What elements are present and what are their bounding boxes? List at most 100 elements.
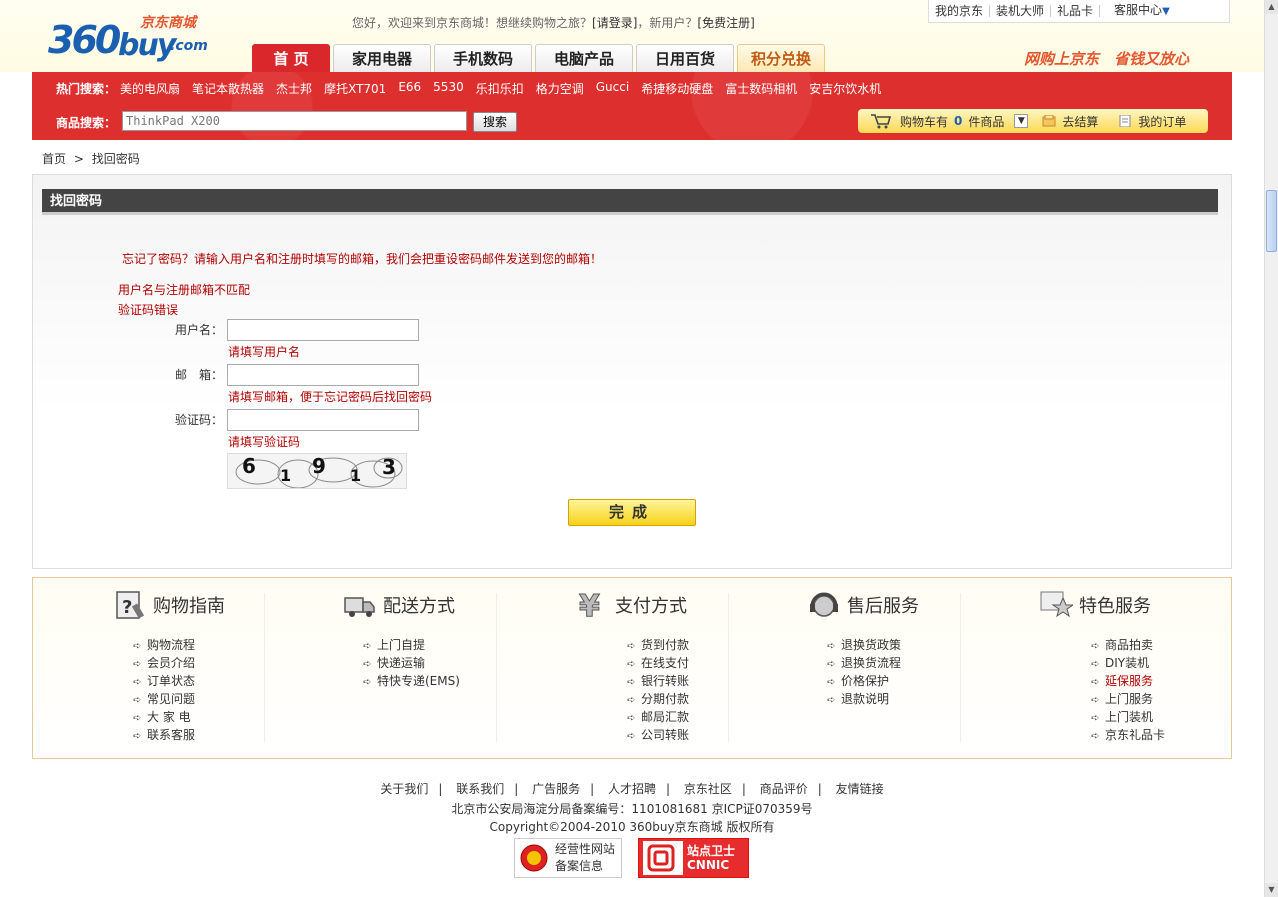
service-item[interactable]: ➪ 常见问题 bbox=[133, 690, 195, 708]
hot-keyword[interactable]: E66 bbox=[398, 80, 421, 97]
footer-link[interactable]: 人才招聘 bbox=[608, 782, 656, 796]
captcha-image[interactable]: 6 1 9 1 3 bbox=[227, 453, 407, 489]
register-link[interactable]: [免费注册] bbox=[697, 16, 754, 30]
nav-tab-daily[interactable]: 日用百货 bbox=[636, 44, 734, 72]
search-input[interactable]: ThinkPad X200 bbox=[122, 111, 467, 131]
logo-domain: .com bbox=[170, 38, 208, 54]
hot-keyword[interactable]: 富士数码相机 bbox=[725, 80, 797, 97]
logo[interactable]: 360 buy .com 京东商城 bbox=[48, 14, 218, 64]
hot-keyword[interactable]: 5530 bbox=[433, 80, 464, 97]
star-icon bbox=[1040, 591, 1073, 618]
form-intro: 忘记了密码？请输入用户名和注册时填写的邮箱，我们会把重设密码邮件发送到您的邮箱！ bbox=[122, 252, 603, 266]
hot-keyword[interactable]: 格力空调 bbox=[536, 80, 584, 97]
service-item-label: 延保服务 bbox=[1105, 674, 1154, 688]
service-item[interactable]: ➪ 快递运输 bbox=[363, 654, 460, 672]
service-item[interactable]: ➪ 购物流程 bbox=[133, 636, 195, 654]
hot-keyword[interactable]: Gucci bbox=[596, 80, 629, 97]
footer-link[interactable]: 商品评价 bbox=[760, 782, 808, 796]
hot-keyword[interactable]: 美的电风扇 bbox=[120, 80, 180, 97]
footer-link[interactable]: 联系我们 bbox=[456, 782, 504, 796]
service-column-special: 特色服务 ➪ 商品拍卖 ➪ DIY装机 ➪ 延保服务 ➪ 上门服务 ➪ 上门装机 ➪ 京东礼… bbox=[961, 578, 1231, 758]
hot-keyword[interactable]: 乐扣乐扣 bbox=[476, 80, 524, 97]
footer-separator: | bbox=[590, 782, 595, 796]
footer-separator: | bbox=[666, 782, 671, 796]
service-item[interactable]: ➪ 上门自提 bbox=[363, 636, 460, 654]
service-item[interactable]: ➪ 货到付款 bbox=[627, 636, 689, 654]
nav-tab-mobile[interactable]: 手机数码 bbox=[434, 44, 532, 72]
vertical-scrollbar[interactable]: ▲ ▼ bbox=[1264, 0, 1278, 897]
service-item-label: 退换货政策 bbox=[841, 638, 902, 652]
service-item[interactable]: ➪ 退换货流程 bbox=[827, 654, 901, 672]
service-item[interactable]: ➪ 退款说明 bbox=[827, 690, 901, 708]
service-item[interactable]: ➪ 大 家 电 bbox=[133, 708, 195, 726]
scroll-up-icon[interactable]: ▲ bbox=[1265, 0, 1278, 14]
top-link-service-label: 客服中心 bbox=[1114, 3, 1163, 17]
service-item[interactable]: ➪ 价格保护 bbox=[827, 672, 901, 690]
service-item[interactable]: ➪ 分期付款 bbox=[627, 690, 689, 708]
checkout-icon bbox=[1042, 115, 1056, 127]
captcha-input[interactable] bbox=[227, 409, 419, 431]
site-guard-badge[interactable]: 站点卫士 CNNIC bbox=[638, 838, 749, 878]
nav-tab-computers[interactable]: 电脑产品 bbox=[535, 44, 633, 72]
hot-keyword[interactable]: 笔记本散热器 bbox=[192, 80, 264, 97]
username-label: 用户名： bbox=[174, 323, 223, 337]
service-item[interactable]: ➪ 延保服务 bbox=[1091, 672, 1165, 690]
footer-separator: | bbox=[741, 782, 746, 796]
checkout-link[interactable]: 去结算 bbox=[1062, 113, 1098, 130]
footer-link[interactable]: 关于我们 bbox=[380, 782, 428, 796]
scroll-down-icon[interactable]: ▼ bbox=[1265, 883, 1278, 897]
service-list: ➪ 购物流程 ➪ 会员介绍 ➪ 订单状态 ➪ 常见问题 ➪ 大 家 电 ➪ 联系客服 bbox=[133, 636, 195, 744]
service-item[interactable]: ➪ 邮局汇款 bbox=[627, 708, 689, 726]
service-item[interactable]: ➪ 在线支付 bbox=[627, 654, 689, 672]
service-item[interactable]: ➪ 订单状态 bbox=[133, 672, 195, 690]
breadcrumb-home[interactable]: 首页 bbox=[42, 152, 66, 166]
service-item[interactable]: ➪ 商品拍卖 bbox=[1091, 636, 1165, 654]
error-message-mismatch: 用户名与注册邮箱不匹配 bbox=[118, 283, 251, 297]
service-item-label: 在线支付 bbox=[641, 656, 690, 670]
service-item[interactable]: ➪ 公司转账 bbox=[627, 726, 689, 744]
hot-keyword[interactable]: 摩托XT701 bbox=[324, 80, 386, 97]
top-link-giftcard[interactable]: 礼品卡 bbox=[1051, 5, 1101, 17]
service-item[interactable]: ➪ 上门装机 bbox=[1091, 708, 1165, 726]
captcha-char: 1 bbox=[350, 466, 362, 485]
top-link-my-jd[interactable]: 我的京东 bbox=[929, 5, 991, 17]
service-item[interactable]: ➪ 上门服务 bbox=[1091, 690, 1165, 708]
footer-link[interactable]: 广告服务 bbox=[532, 782, 580, 796]
service-item[interactable]: ➪ DIY装机 bbox=[1091, 654, 1165, 672]
service-item[interactable]: ➪ 特快专递(EMS) bbox=[363, 672, 460, 690]
service-item[interactable]: ➪ 银行转账 bbox=[627, 672, 689, 690]
question-icon: ? bbox=[116, 591, 145, 619]
footer-link[interactable]: 京东社区 bbox=[684, 782, 732, 796]
arrow-icon: ➪ bbox=[133, 731, 142, 742]
service-item-label: 银行转账 bbox=[641, 674, 690, 688]
nav-tab-points[interactable]: 积分兑换 bbox=[737, 44, 825, 72]
nav-tab-home[interactable]: 首 页 bbox=[252, 44, 330, 72]
beian-badge-line: 经营性网站 bbox=[555, 842, 616, 856]
service-item[interactable]: ➪ 退换货政策 bbox=[827, 636, 901, 654]
slogan: 网购上京东 省钱又放心 bbox=[1024, 50, 1190, 68]
service-item[interactable]: ➪ 京东礼品卡 bbox=[1091, 726, 1165, 744]
scrollbar-thumb[interactable] bbox=[1266, 190, 1277, 252]
service-item[interactable]: ➪ 联系客服 bbox=[133, 726, 195, 744]
my-orders-link[interactable]: 我的订单 bbox=[1138, 113, 1186, 130]
service-item-label: DIY装机 bbox=[1105, 656, 1150, 670]
search-button[interactable]: 搜索 bbox=[473, 112, 517, 132]
hot-keyword[interactable]: 安吉尔饮水机 bbox=[809, 80, 881, 97]
username-input[interactable] bbox=[227, 319, 419, 341]
hot-keyword[interactable]: 希捷移动硬盘 bbox=[641, 80, 713, 97]
footer-link[interactable]: 友情链接 bbox=[836, 782, 884, 796]
top-link-assembly[interactable]: 装机大师 bbox=[990, 5, 1052, 17]
service-item[interactable]: ➪ 会员介绍 bbox=[133, 654, 195, 672]
beian-badge[interactable]: 经营性网站 备案信息 bbox=[514, 838, 622, 878]
service-column-delivery: 配送方式 ➪ 上门自提 ➪ 快递运输 ➪ 特快专递(EMS) bbox=[265, 578, 497, 758]
submit-button[interactable]: 完成 bbox=[568, 499, 696, 526]
logo-chinese: 京东商城 bbox=[140, 15, 196, 31]
login-link[interactable]: [请登录] bbox=[592, 16, 637, 30]
hot-keyword[interactable]: 杰士邦 bbox=[276, 80, 312, 97]
top-link-service[interactable]: 客服中心▼ bbox=[1100, 4, 1176, 18]
email-hint: 请填写邮箱，便于忘记密码后找回密码 bbox=[228, 390, 433, 404]
search-label: 商品搜索： bbox=[56, 116, 117, 130]
nav-tab-appliances[interactable]: 家用电器 bbox=[333, 44, 431, 72]
email-input[interactable] bbox=[227, 364, 419, 386]
cart-dropdown-icon[interactable]: ▼ bbox=[1014, 114, 1029, 128]
